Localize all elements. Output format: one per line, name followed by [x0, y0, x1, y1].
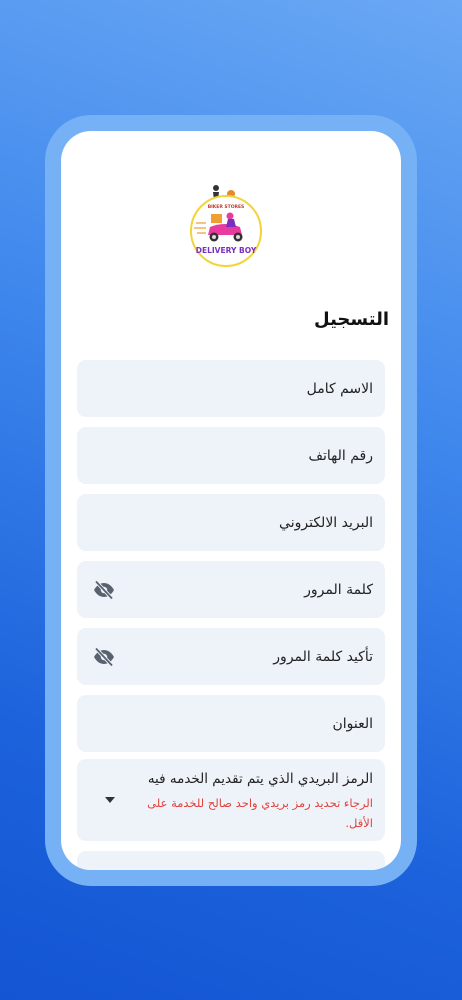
- full-name-field[interactable]: الاسم كامل: [77, 360, 385, 417]
- password-label: كلمة المرور: [304, 581, 373, 598]
- phone-label: رقم الهاتف: [308, 447, 373, 464]
- delivery-boy-logo: BIKER STORES DELIVERY BOY: [190, 185, 262, 267]
- email-label: البريد الالكتروني: [279, 514, 373, 531]
- full-name-label: الاسم كامل: [306, 380, 373, 397]
- phone-field[interactable]: رقم الهاتف: [77, 427, 385, 484]
- confirm-password-field[interactable]: تأكيد كلمة المرور: [77, 628, 385, 685]
- zip-code-label: الرمز البريدي الذي يتم تقديم الخدمه فيه: [147, 771, 373, 787]
- eye-off-icon[interactable]: [92, 645, 116, 669]
- next-field-partial[interactable]: [77, 851, 385, 870]
- email-field[interactable]: البريد الالكتروني: [77, 494, 385, 551]
- logo-top-text: BIKER STORES: [208, 204, 245, 210]
- zip-code-dropdown[interactable]: الرمز البريدي الذي يتم تقديم الخدمه فيه …: [77, 759, 385, 841]
- address-field[interactable]: العنوان: [77, 695, 385, 752]
- password-field[interactable]: كلمة المرور: [77, 561, 385, 618]
- eye-off-icon[interactable]: [92, 578, 116, 602]
- address-label: العنوان: [332, 715, 373, 732]
- confirm-password-label: تأكيد كلمة المرور: [273, 648, 373, 665]
- zip-code-error: الرجاء تحديد رمز بريدي واحد صالح للخدمة …: [147, 796, 373, 830]
- page-title: التسجيل: [314, 309, 389, 330]
- registration-screen: BIKER STORES DELIVERY BOY التسجيل الاسم …: [61, 131, 401, 870]
- caret-down-icon[interactable]: [105, 797, 115, 803]
- logo-main-text: DELIVERY BOY: [196, 246, 257, 255]
